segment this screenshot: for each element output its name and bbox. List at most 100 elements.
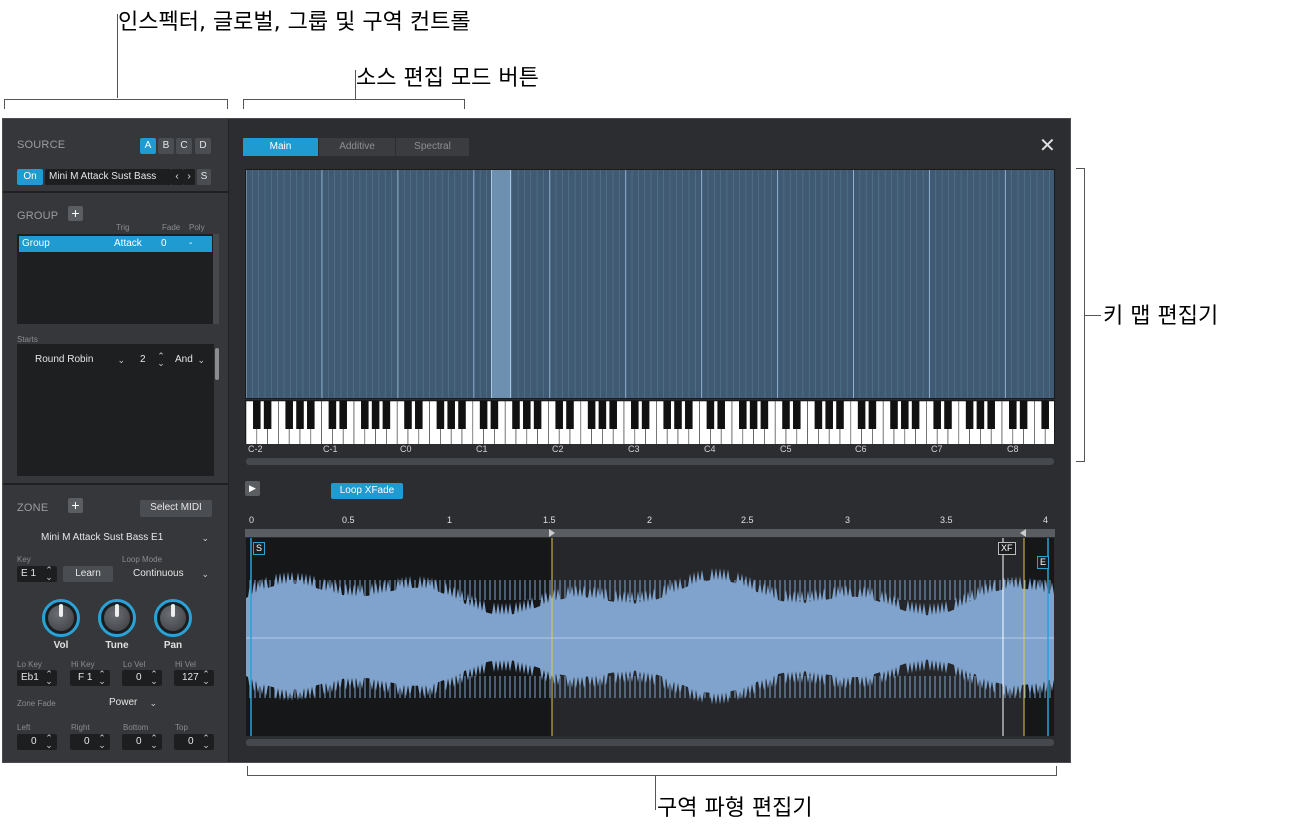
starts-mode-value: Round Robin (35, 354, 94, 365)
loop-mode-value: Continuous (133, 568, 184, 579)
chevron-down-icon: ⌄ (117, 355, 125, 365)
sampler-window: SOURCE A B C D On Mini M Attack Sust Bas… (2, 118, 1071, 763)
black-key (911, 401, 920, 429)
loop-end-handle-icon[interactable] (1020, 529, 1026, 537)
tab-additive[interactable]: Additive (319, 138, 395, 156)
zone-waveform[interactable]: S XF E (245, 537, 1055, 737)
loop-start-handle-icon[interactable] (549, 529, 555, 537)
sample-end-flag[interactable]: E (1037, 556, 1050, 569)
octave-label: C0 (400, 444, 412, 454)
callout-line (1085, 315, 1101, 316)
sample-start-flag[interactable]: S (253, 542, 266, 555)
black-key (814, 401, 823, 429)
ruler-label: 2 (647, 515, 653, 525)
add-group-button[interactable]: + (68, 206, 83, 221)
stepper-icon: ⌃ ⌄ (150, 733, 158, 750)
black-key (533, 401, 542, 429)
black-key (987, 401, 995, 429)
black-key (976, 401, 985, 429)
callout-key-map: 키 맵 편집기 (1103, 304, 1219, 329)
loop-mode-label: Loop Mode (122, 555, 163, 564)
source-c-button[interactable]: C (176, 138, 192, 154)
chevron-down-icon: ⌄ (201, 569, 209, 579)
callout-line (655, 776, 656, 810)
lo-key-value: Eb1 (21, 672, 39, 683)
zone-label: ZONE (17, 502, 49, 514)
group-col-trig: Trig (116, 223, 130, 232)
callout-bracket (247, 766, 1057, 776)
black-key (793, 401, 801, 429)
loop-range-bar[interactable] (245, 529, 1055, 537)
waveform-graph (246, 538, 1054, 736)
black-key (825, 401, 833, 429)
key-stepper[interactable]: E 1 ⌃ ⌄ (17, 566, 57, 582)
hi-vel-stepper[interactable]: 127 ⌃ ⌄ (174, 670, 214, 686)
source-a-button[interactable]: A (140, 138, 156, 154)
black-key (663, 401, 671, 429)
black-key (674, 401, 682, 429)
waveform-scrollbar[interactable] (246, 739, 1054, 746)
black-key (1009, 401, 1017, 429)
black-key (512, 401, 520, 429)
fade-right-value: 0 (84, 736, 90, 747)
hi-key-stepper[interactable]: F 1 ⌃ ⌄ (70, 670, 110, 686)
zone-sample-value: Mini M Attack Sust Bass E1 (41, 532, 164, 543)
xfade-flag[interactable]: XF (998, 542, 1016, 555)
lo-key-stepper[interactable]: Eb1 ⌃ ⌄ (17, 670, 57, 686)
black-key (447, 401, 455, 429)
close-icon[interactable]: ✕ (1039, 133, 1056, 158)
source-b-button[interactable]: B (158, 138, 174, 154)
tab-main[interactable]: Main (243, 138, 318, 156)
group-list-scrollbar[interactable] (213, 234, 219, 324)
source-preset-field[interactable]: Mini M Attack Sust Bass (45, 169, 171, 185)
fade-top-stepper[interactable]: 0 ⌃ ⌄ (174, 734, 214, 750)
black-key (1019, 401, 1028, 429)
source-prev-button[interactable]: ‹ (171, 169, 183, 185)
stepper-icon: ⌃ ⌄ (202, 669, 210, 686)
octave-label: C7 (931, 444, 943, 454)
fade-bottom-stepper[interactable]: 0 ⌃ ⌄ (122, 734, 162, 750)
group-col-poly: Poly (189, 223, 205, 232)
pan-knob[interactable] (154, 599, 192, 637)
key-map-scrollbar[interactable] (246, 458, 1054, 465)
vol-knob[interactable] (42, 599, 80, 637)
key-map-zone[interactable] (491, 170, 511, 398)
starts-scrollbar[interactable] (215, 348, 219, 380)
tab-spectral[interactable]: Spectral (396, 138, 469, 156)
black-key (739, 401, 747, 429)
black-key (328, 401, 337, 429)
zone-fade-value: Power (109, 697, 138, 708)
black-key (1041, 401, 1049, 429)
learn-button[interactable]: Learn (63, 566, 113, 582)
black-key (598, 401, 607, 429)
fade-top-label: Top (175, 723, 188, 732)
zone-section: ZONE + Select MIDI Mini M Attack Sust Ba… (11, 485, 223, 762)
source-next-button[interactable]: › (183, 169, 195, 185)
fade-right-stepper[interactable]: 0 ⌃ ⌄ (70, 734, 110, 750)
group-col-fade: Fade (162, 223, 181, 232)
tune-knob[interactable] (98, 599, 136, 637)
loop-xfade-button[interactable]: Loop XFade (331, 483, 403, 499)
inspector-panel: SOURCE A B C D On Mini M Attack Sust Bas… (3, 119, 229, 762)
black-key (307, 401, 315, 429)
ruler-label: 3.5 (940, 515, 953, 525)
fade-left-stepper[interactable]: 0 ⌃ ⌄ (17, 734, 57, 750)
black-key (706, 401, 715, 429)
play-icon[interactable]: ▶ (245, 481, 260, 496)
group-row[interactable]: Group Attack 0 - (19, 236, 212, 252)
lo-vel-value: 0 (136, 672, 142, 683)
lo-vel-stepper[interactable]: 0 ⌃ ⌄ (122, 670, 162, 686)
piano-keyboard[interactable] (245, 400, 1055, 446)
select-midi-button[interactable]: Select MIDI (140, 500, 212, 517)
octave-labels: C-2 C-1 C0 C1 C2 C3 C4 C5 C6 C7 C8 (245, 444, 1055, 458)
octave-label: C2 (552, 444, 564, 454)
black-key (490, 401, 499, 429)
time-ruler[interactable]: 0 0.5 1 1.5 2 2.5 3 3.5 4 (245, 514, 1055, 528)
key-map-editor[interactable] (245, 169, 1055, 399)
add-zone-button[interactable]: + (68, 498, 83, 513)
black-key (609, 401, 617, 429)
source-on-button[interactable]: On (17, 169, 43, 185)
source-s-button[interactable]: S (197, 169, 211, 185)
chevron-down-icon: ⌄ (201, 533, 209, 543)
source-d-button[interactable]: D (195, 138, 211, 154)
